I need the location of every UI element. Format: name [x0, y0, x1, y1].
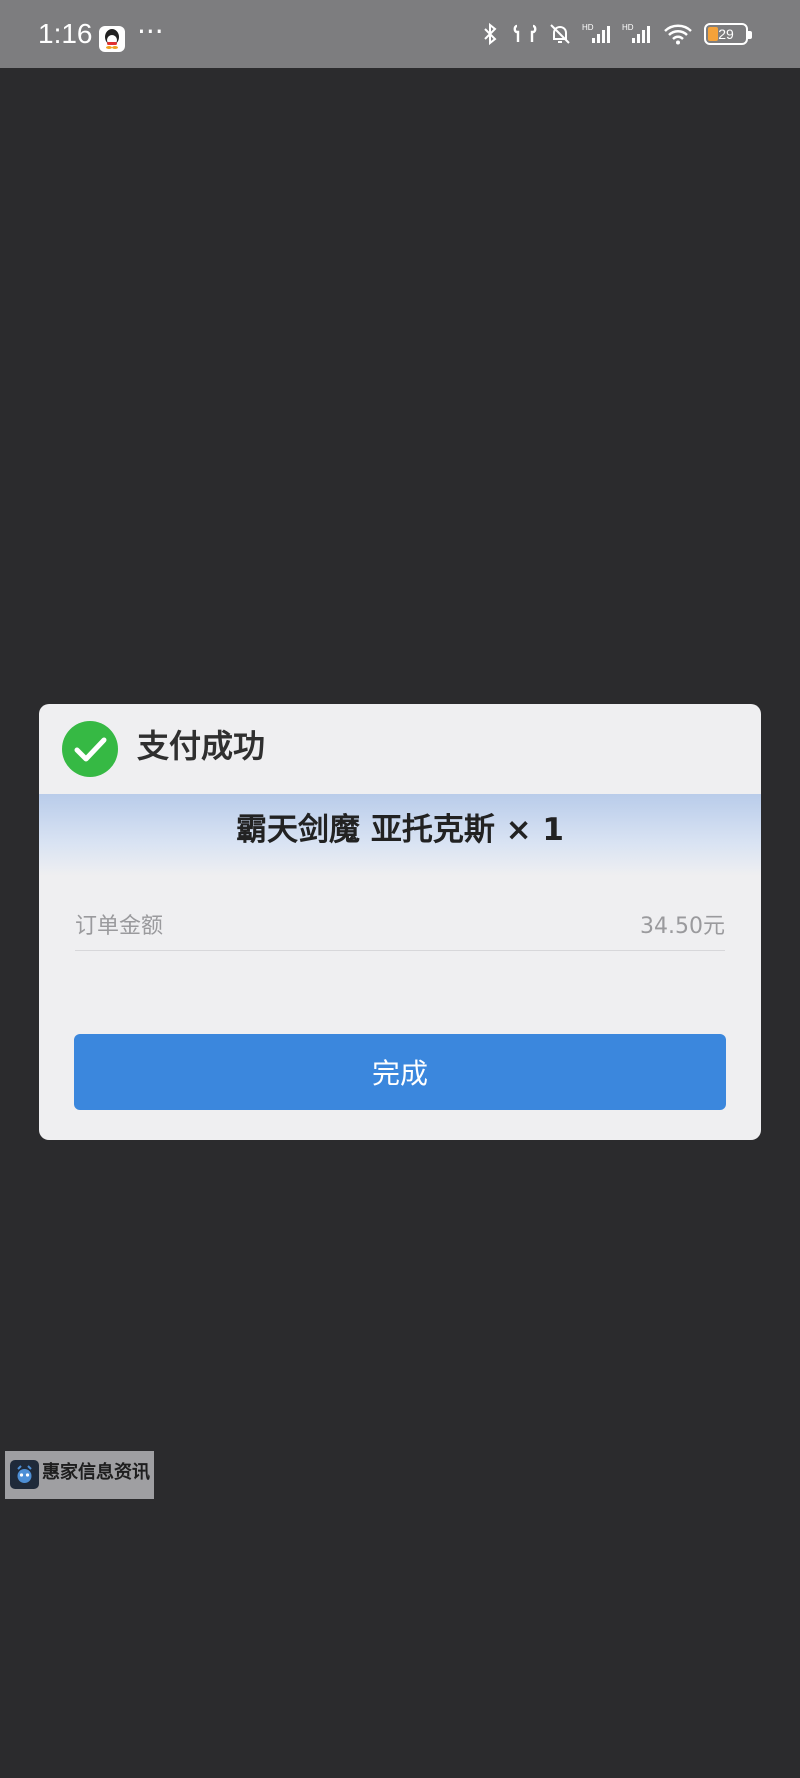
order-amount-row: 订单金额 34.50元 [75, 898, 725, 951]
order-amount-label: 订单金额 [75, 914, 164, 939]
battery-level: 29 [718, 26, 734, 42]
battery-icon: 29 [704, 23, 752, 45]
signal-hd-icon: HD [622, 22, 652, 46]
product-name: 霸天剑魔 亚托克斯 × 1 [236, 812, 564, 848]
watermark-text: 惠家信息资讯 [42, 1462, 150, 1483]
watermark: 惠家信息资讯 [5, 1451, 154, 1499]
watermark-logo-icon [10, 1460, 39, 1489]
status-time: 1:16 [38, 18, 93, 49]
more-notifications-indicator: ··· [137, 15, 164, 48]
product-band: 霸天剑魔 亚托克斯 × 1 [39, 794, 761, 876]
svg-text:HD: HD [582, 23, 594, 32]
earbuds-icon [512, 22, 538, 46]
dialog-title: 支付成功 [137, 727, 266, 765]
bluetooth-icon [478, 22, 502, 46]
qq-icon [99, 26, 125, 52]
dialog-header: 支付成功 [39, 704, 761, 794]
payment-success-dialog: 支付成功 霸天剑魔 亚托克斯 × 1 订单金额 34.50元 完成 [39, 704, 761, 1140]
svg-text:HD: HD [622, 23, 634, 32]
done-button[interactable]: 完成 [74, 1034, 726, 1110]
status-icons: HD HD 29 [478, 22, 752, 46]
check-circle-icon [62, 721, 118, 777]
wifi-icon [662, 22, 694, 46]
bell-off-icon [548, 22, 572, 46]
order-amount-value: 34.50元 [640, 914, 725, 939]
status-bar: 1:16 ··· HD HD 29 [0, 0, 800, 68]
signal-hd-icon: HD [582, 22, 612, 46]
